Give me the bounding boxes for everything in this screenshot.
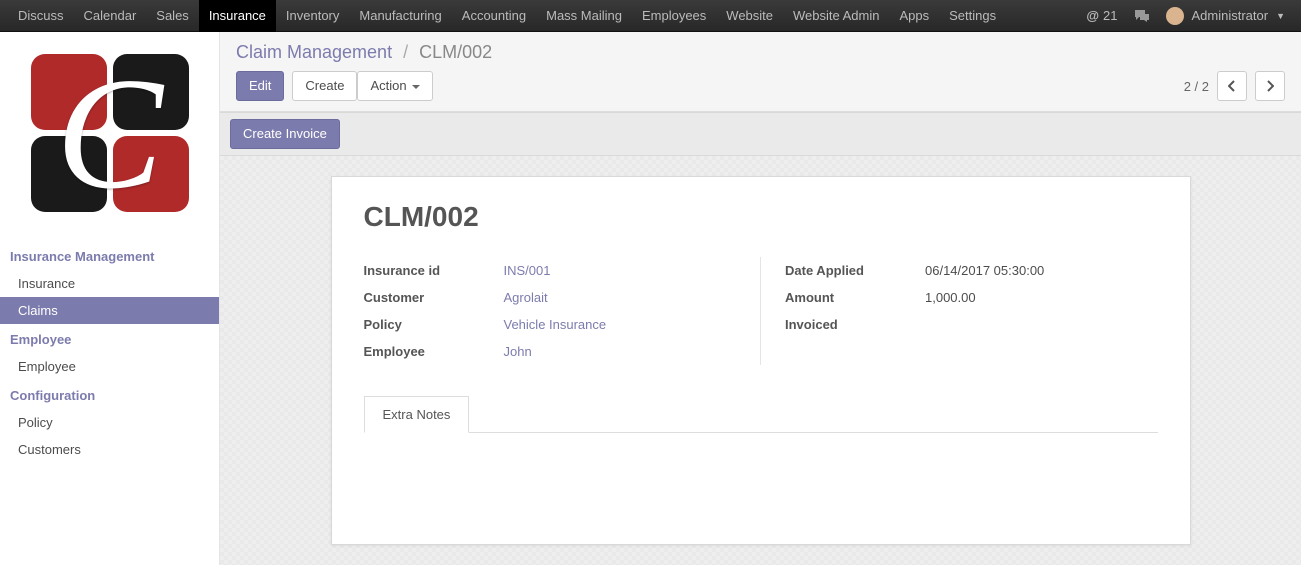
field-row-date-applied: Date Applied06/14/2017 05:30:00 (785, 257, 1158, 284)
field-label: Amount (785, 290, 925, 305)
chevron-right-icon (1266, 80, 1274, 92)
field-value[interactable]: Vehicle Insurance (504, 317, 737, 332)
message-count: 21 (1103, 0, 1117, 32)
toolbar-left: Edit Create (236, 71, 357, 101)
field-row-invoiced: Invoiced (785, 311, 1158, 338)
field-label: Employee (364, 344, 504, 359)
sidebar-item-policy[interactable]: Policy (0, 409, 219, 436)
field-row-policy: PolicyVehicle Insurance (364, 311, 737, 338)
tab-extra-notes[interactable]: Extra Notes (364, 396, 470, 433)
caret-down-icon: ▼ (1276, 0, 1285, 32)
pager: 2 / 2 (1184, 71, 1285, 101)
top-navigation: DiscussCalendarSalesInsuranceInventoryMa… (0, 0, 1301, 32)
field-label: Invoiced (785, 317, 925, 332)
field-label: Policy (364, 317, 504, 332)
record-title: CLM/002 (364, 201, 1158, 233)
company-logo: C (0, 40, 219, 241)
pager-prev-button[interactable] (1217, 71, 1247, 101)
topnav-manufacturing[interactable]: Manufacturing (349, 0, 451, 32)
field-value[interactable]: John (504, 344, 737, 359)
field-value[interactable]: Agrolait (504, 290, 737, 305)
field-label: Date Applied (785, 263, 925, 278)
avatar (1166, 7, 1184, 25)
breadcrumb-parent[interactable]: Claim Management (236, 42, 392, 62)
topnav-sales[interactable]: Sales (146, 0, 199, 32)
form-sheet: CLM/002 Insurance idINS/001CustomerAgrol… (331, 176, 1191, 545)
topnav-settings[interactable]: Settings (939, 0, 1006, 32)
main-area: Claim Management / CLM/002 Edit Create A… (220, 32, 1301, 565)
action-dropdown[interactable]: Action (357, 71, 432, 101)
pager-text: 2 / 2 (1184, 79, 1209, 94)
sidebar-item-customers[interactable]: Customers (0, 436, 219, 463)
topnav-calendar[interactable]: Calendar (74, 0, 147, 32)
sidebar-section-configuration: Configuration (0, 380, 219, 409)
field-value[interactable]: INS/001 (504, 263, 737, 278)
sidebar: C Insurance ManagementInsuranceClaimsEmp… (0, 32, 220, 565)
field-row-customer: CustomerAgrolait (364, 284, 737, 311)
control-panel: Claim Management / CLM/002 Edit Create A… (220, 32, 1301, 112)
field-row-insurance-id: Insurance idINS/001 (364, 257, 737, 284)
topnav-employees[interactable]: Employees (632, 0, 716, 32)
notebook: Extra Notes (364, 395, 1158, 512)
sidebar-section-insurance-management: Insurance Management (0, 241, 219, 270)
breadcrumb: Claim Management / CLM/002 (236, 42, 1285, 63)
field-row-amount: Amount1,000.00 (785, 284, 1158, 311)
topnav-website[interactable]: Website (716, 0, 783, 32)
topnav-accounting[interactable]: Accounting (452, 0, 536, 32)
topnav-apps[interactable]: Apps (889, 0, 939, 32)
field-value: 1,000.00 (925, 290, 1158, 305)
user-name: Administrator (1192, 0, 1269, 32)
breadcrumb-current: CLM/002 (419, 42, 492, 62)
field-value: 06/14/2017 05:30:00 (925, 263, 1158, 278)
status-bar: Create Invoice (220, 112, 1301, 156)
sidebar-section-employee: Employee (0, 324, 219, 353)
breadcrumb-separator: / (403, 42, 408, 62)
user-menu[interactable]: Administrator▼ (1158, 0, 1294, 32)
pager-next-button[interactable] (1255, 71, 1285, 101)
field-row-employee: EmployeeJohn (364, 338, 737, 365)
field-label: Customer (364, 290, 504, 305)
chat-icon (1134, 9, 1150, 23)
chevron-left-icon (1228, 80, 1236, 92)
sidebar-item-claims[interactable]: Claims (0, 297, 219, 324)
topnav-inventory[interactable]: Inventory (276, 0, 349, 32)
create-invoice-button[interactable]: Create Invoice (230, 119, 340, 149)
chat-button[interactable] (1126, 0, 1158, 32)
field-label: Insurance id (364, 263, 504, 278)
sidebar-item-employee[interactable]: Employee (0, 353, 219, 380)
topnav-discuss[interactable]: Discuss (8, 0, 74, 32)
topnav-website-admin[interactable]: Website Admin (783, 0, 889, 32)
sidebar-item-insurance[interactable]: Insurance (0, 270, 219, 297)
create-button[interactable]: Create (292, 71, 357, 101)
edit-button[interactable]: Edit (236, 71, 284, 101)
topnav-mass-mailing[interactable]: Mass Mailing (536, 0, 632, 32)
tab-pane-extra-notes (364, 432, 1158, 512)
at-icon: @ (1086, 0, 1099, 32)
messages-indicator[interactable]: @ 21 (1078, 0, 1125, 32)
topnav-insurance[interactable]: Insurance (199, 0, 276, 32)
